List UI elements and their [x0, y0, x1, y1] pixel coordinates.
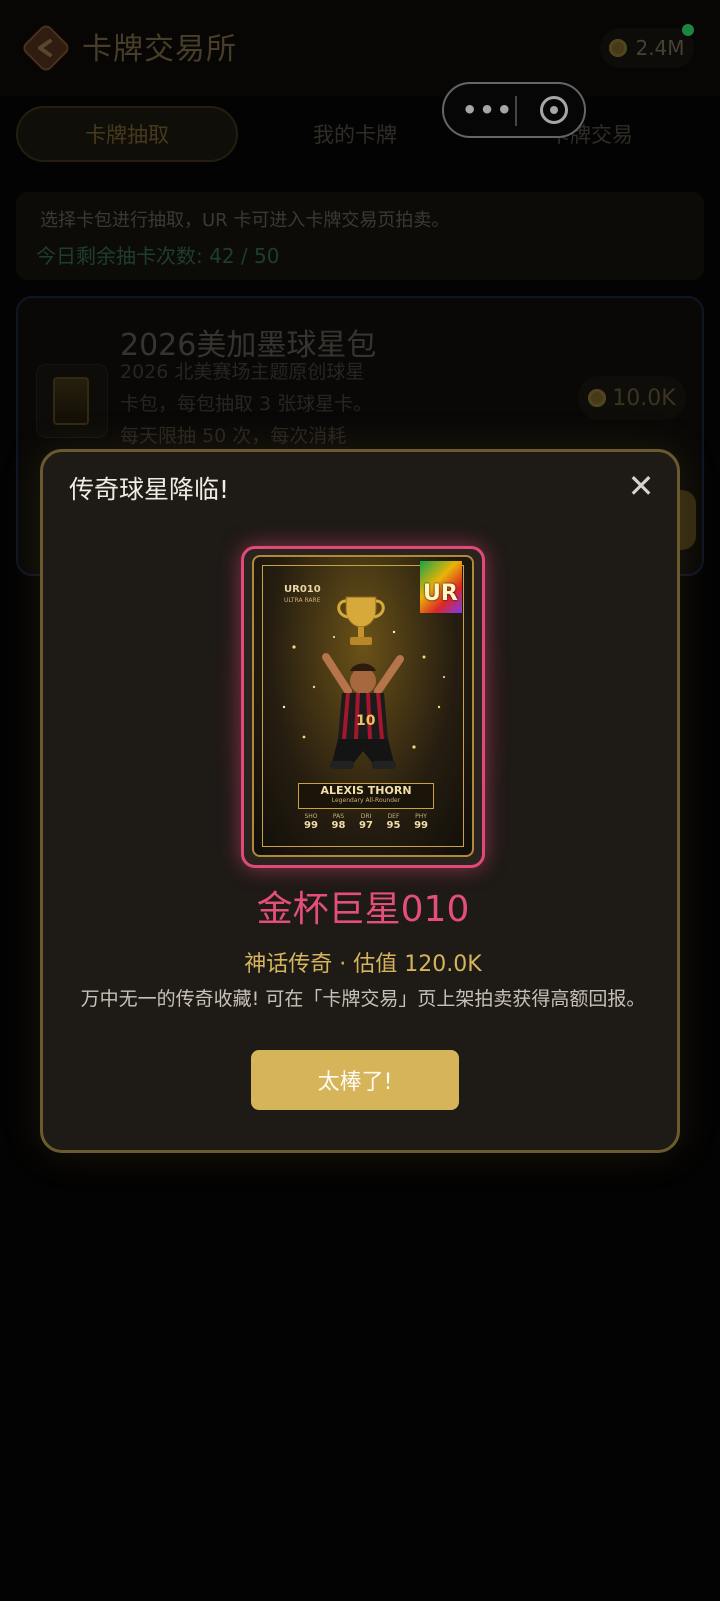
svg-text:10: 10 [356, 713, 376, 729]
player-stats: SHO 99 PAS 98 DRI 97 DEF 95 PHY 99 [304, 813, 428, 831]
player-card: UR010 ULTRA RARE UR 10 ALEXIS THORN Lege… [241, 546, 485, 868]
player-subtitle: Legendary All-Rounder [331, 797, 401, 804]
player-figure: 10 [322, 653, 404, 769]
card-rarity-value: 神话传奇 · 估值 120.0K [244, 952, 482, 977]
trophy-icon [337, 596, 385, 645]
stat-def: DEF 95 [386, 813, 401, 831]
card-description: 万中无一的传奇收藏! 可在「卡牌交易」页上架拍卖获得高额回报。 [80, 988, 646, 1010]
dialog-title: 传奇球星降临! [69, 475, 230, 504]
stat-pas: PAS 98 [331, 813, 346, 831]
stat-phy: PHY 99 [414, 813, 428, 831]
card-name: 金杯巨星010 [256, 889, 470, 930]
confirm-button[interactable]: 太棒了! [251, 1050, 459, 1110]
card-code-sub: ULTRA RARE [284, 597, 321, 604]
player-nameplate: ALEXIS THORN Legendary All-Rounder [298, 783, 434, 809]
card-code: UR010 [284, 584, 321, 595]
legendary-reveal-dialog: 传奇球星降临! ✕ UR010 ULTRA RARE UR 10 ALEXIS … [40, 449, 680, 1153]
stat-dri: DRI 97 [359, 813, 373, 831]
stat-sho: SHO 99 [304, 813, 318, 831]
player-name: ALEXIS THORN [320, 784, 412, 797]
close-icon[interactable]: ✕ [623, 468, 659, 504]
ur-badge-label: UR [423, 581, 458, 606]
ur-badge: UR [420, 561, 462, 613]
